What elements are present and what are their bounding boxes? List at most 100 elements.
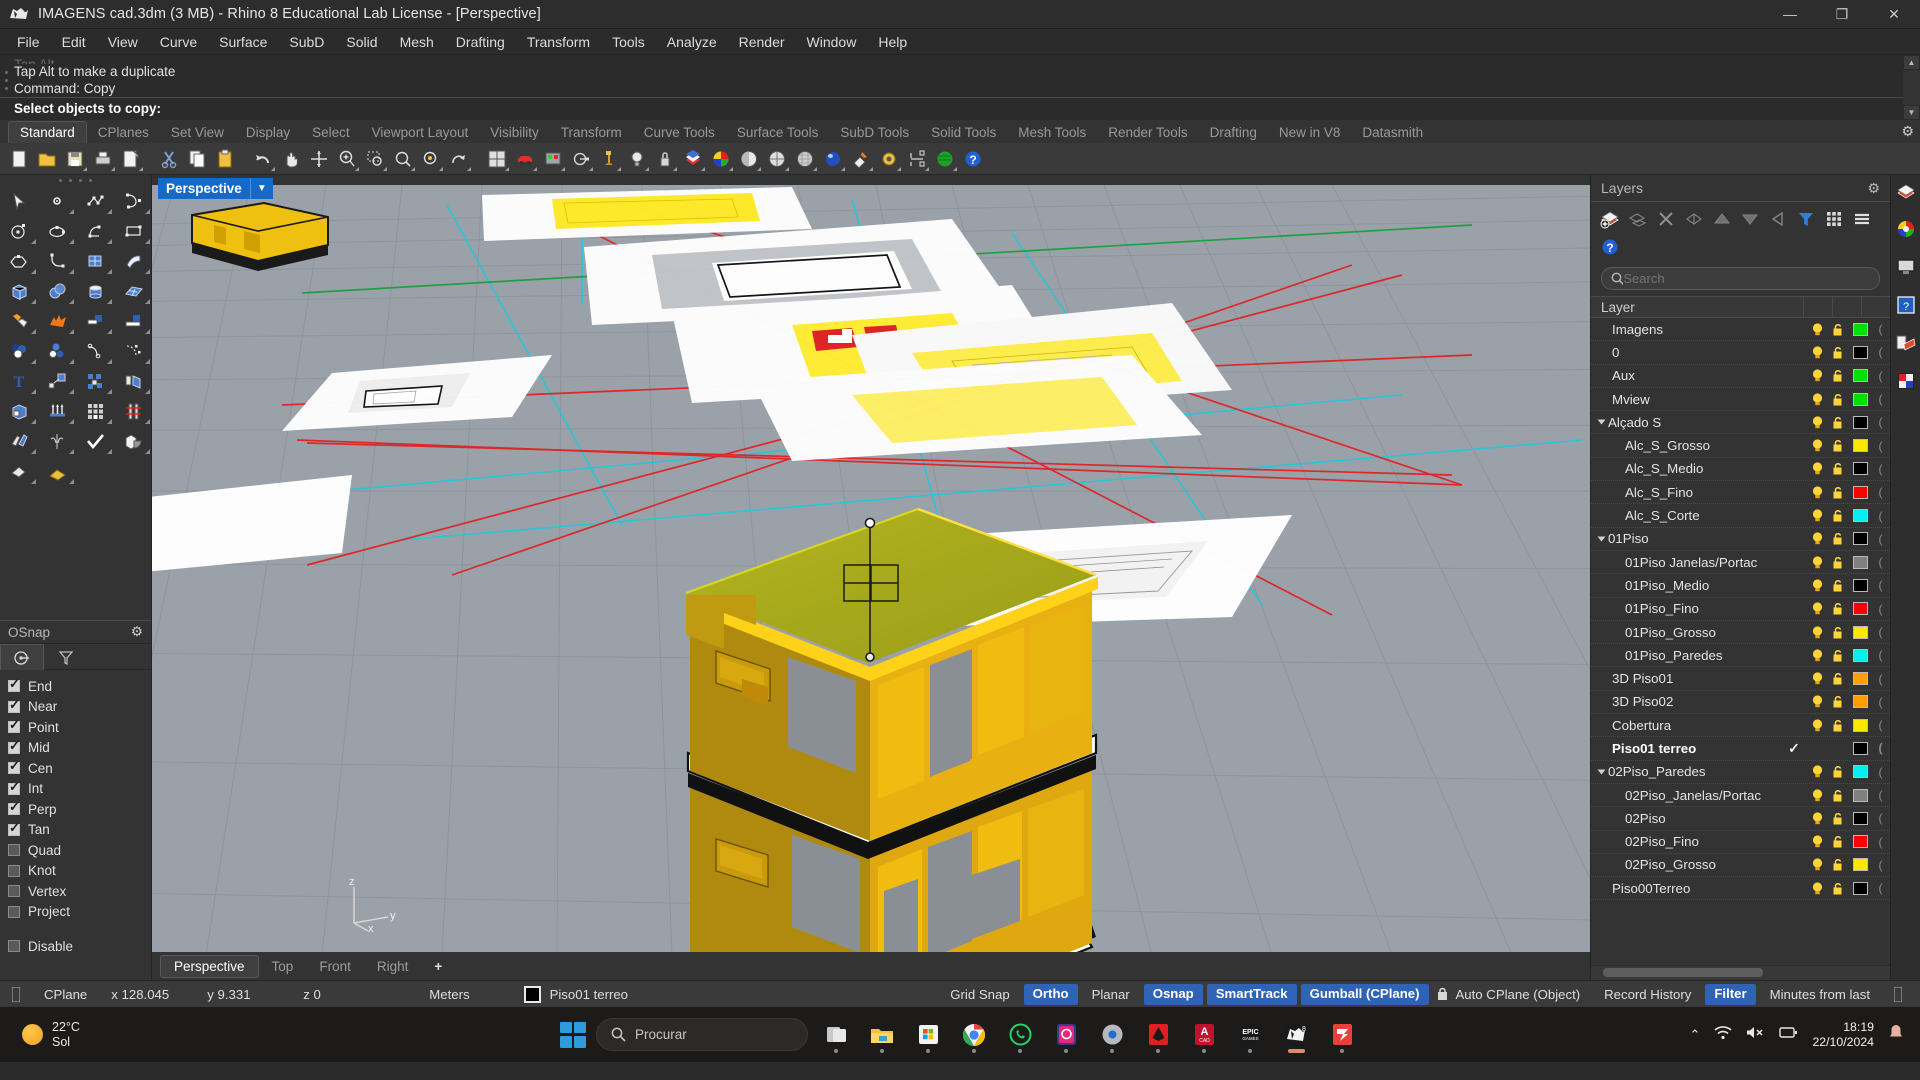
layer-visibility-bulb-icon[interactable]: [1807, 694, 1828, 709]
layer-expand-triangle-icon[interactable]: [1597, 419, 1606, 425]
toolbar-tab-drafting[interactable]: Drafting: [1199, 122, 1268, 143]
menu-drafting[interactable]: Drafting: [445, 31, 516, 53]
layer-material-icon[interactable]: (: [1871, 648, 1890, 662]
close-button[interactable]: ✕: [1868, 0, 1920, 29]
open-file-icon[interactable]: [34, 146, 60, 172]
sketchup-icon[interactable]: [1324, 1015, 1360, 1055]
status-minutes-from-last[interactable]: Minutes from last: [1758, 981, 1882, 1008]
taskbar-clock[interactable]: 18:19 22/10/2024: [1812, 1020, 1874, 1050]
move-up-icon[interactable]: [1709, 206, 1735, 232]
layer-color-swatch[interactable]: [1849, 322, 1871, 336]
box-icon[interactable]: [1, 276, 38, 306]
text-icon[interactable]: T: [1, 366, 38, 396]
layer-visibility-bulb-icon[interactable]: [1807, 392, 1828, 407]
layer-visibility-bulb-icon[interactable]: [1807, 531, 1828, 546]
layer-color-swatch[interactable]: [1849, 578, 1871, 592]
layer-color-swatch[interactable]: [1849, 392, 1871, 406]
zoom-selected-icon[interactable]: [390, 146, 416, 172]
filter-icon[interactable]: [1793, 206, 1819, 232]
layer-lock-icon[interactable]: [1828, 671, 1849, 686]
polyline-icon[interactable]: [77, 186, 114, 216]
zoom-in-icon[interactable]: [334, 146, 360, 172]
osnap-option-int[interactable]: Int: [8, 779, 151, 800]
layer-visibility-bulb-icon[interactable]: [1807, 648, 1828, 663]
layer-row[interactable]: Piso01 terreo ✓ (: [1591, 737, 1890, 761]
layer-row[interactable]: Piso00Terreo (: [1591, 877, 1890, 901]
inkscape-icon[interactable]: [1140, 1015, 1176, 1055]
layer-visibility-bulb-icon[interactable]: [1807, 857, 1828, 872]
delete-layer-icon[interactable]: [1653, 206, 1679, 232]
autocad-icon[interactable]: A CAD: [1186, 1015, 1222, 1055]
status-auto-cplane[interactable]: Auto CPlane (Object): [1454, 981, 1593, 1008]
menu-mesh[interactable]: Mesh: [389, 31, 445, 53]
layer-row[interactable]: Alc_S_Fino (: [1591, 481, 1890, 505]
viewport-canvas[interactable]: [152, 185, 1590, 952]
print-icon[interactable]: [90, 146, 116, 172]
layer-lock-icon[interactable]: [1828, 555, 1849, 570]
toolbar-tab-viewport-layout[interactable]: Viewport Layout: [361, 122, 480, 143]
layer-visibility-bulb-icon[interactable]: [1807, 508, 1828, 523]
left-toolbar-drag-handle[interactable]: [0, 175, 151, 186]
menu-solid[interactable]: Solid: [335, 31, 388, 53]
layer-color-swatch[interactable]: [1849, 555, 1871, 569]
perspective-viewport[interactable]: Perspective ▼ z y x Perspective Top Fron…: [152, 175, 1590, 980]
layer-material-icon[interactable]: (: [1871, 415, 1890, 429]
mirror-icon[interactable]: [115, 366, 152, 396]
layers-gear-icon[interactable]: ⚙: [1867, 180, 1880, 197]
layer-row[interactable]: 01Piso Janelas/Portac (: [1591, 551, 1890, 575]
layer-material-icon[interactable]: (: [1871, 718, 1890, 732]
surface-sweep-icon[interactable]: [115, 246, 152, 276]
osnap-option-mid[interactable]: Mid: [8, 738, 151, 759]
layer-visibility-bulb-icon[interactable]: [1807, 718, 1828, 733]
add-viewport-tab-button[interactable]: +: [421, 956, 455, 977]
layer-lock-icon[interactable]: [1828, 648, 1849, 663]
command-prompt[interactable]: Select objects to copy:: [0, 97, 1920, 120]
battery-icon[interactable]: [1779, 1025, 1798, 1045]
cylinder-icon[interactable]: [77, 276, 114, 306]
layer-material-icon[interactable]: (: [1871, 532, 1890, 546]
layer-lock-icon[interactable]: [1828, 625, 1849, 640]
command-area[interactable]: Tap Alt Tap Alt to make a duplicate Comm…: [0, 55, 1920, 120]
boolean-union-icon[interactable]: [1, 306, 38, 336]
boolean-intersect-icon[interactable]: [39, 336, 76, 366]
layer-row[interactable]: 3D Piso02 (: [1591, 691, 1890, 715]
viewport-title-badge[interactable]: Perspective ▼: [158, 178, 273, 199]
undo-icon[interactable]: [250, 146, 276, 172]
osnap-checkbox-perp[interactable]: [8, 799, 20, 816]
surface-plane-icon[interactable]: [115, 276, 152, 306]
toolbar-tab-curve-tools[interactable]: Curve Tools: [633, 122, 726, 143]
layer-color-swatch[interactable]: [1849, 648, 1871, 662]
four-view-icon[interactable]: [484, 146, 510, 172]
osnap-checkbox-int[interactable]: [8, 779, 20, 795]
status-toggle-osnap[interactable]: Osnap: [1143, 983, 1203, 1005]
viewport-tab-perspective[interactable]: Perspective: [160, 954, 259, 978]
settings-icon[interactable]: [1094, 1015, 1130, 1055]
layer-row[interactable]: Alc_S_Grosso (: [1591, 434, 1890, 458]
move-down-icon[interactable]: [1737, 206, 1763, 232]
status-toggle-planar[interactable]: Planar: [1080, 981, 1142, 1008]
photos-icon[interactable]: [1048, 1015, 1084, 1055]
toolbar-tab-standard[interactable]: Standard: [8, 121, 87, 143]
grid-view-icon[interactable]: [1821, 206, 1847, 232]
status-current-layer[interactable]: Piso01 terreo: [512, 981, 640, 1008]
layer-material-icon[interactable]: (: [1871, 672, 1890, 686]
layer-color-swatch[interactable]: [1849, 811, 1871, 825]
layer-material-icon[interactable]: (: [1871, 858, 1890, 872]
menu-help[interactable]: Help: [867, 31, 918, 53]
layer-expand-triangle-icon[interactable]: [1597, 769, 1606, 775]
offset-curve-icon[interactable]: [77, 336, 114, 366]
osnap-checkbox-end[interactable]: [8, 676, 20, 693]
ellipse-icon[interactable]: [39, 216, 76, 246]
layer-lock-icon[interactable]: [1828, 578, 1849, 593]
layer-row[interactable]: 01Piso_Paredes (: [1591, 644, 1890, 668]
extrude-multi-icon[interactable]: [39, 396, 76, 426]
circle-icon[interactable]: [1, 216, 38, 246]
layer-lock-icon[interactable]: [1828, 368, 1849, 383]
layer-color-swatch[interactable]: [1849, 532, 1871, 546]
menu-file[interactable]: File: [6, 31, 51, 53]
pan-hand-icon[interactable]: [278, 146, 304, 172]
layer-lock-icon[interactable]: [1828, 764, 1849, 779]
layer-color-swatch[interactable]: [1849, 369, 1871, 383]
osnap-option-tan[interactable]: Tan: [8, 820, 151, 841]
options-gear-icon[interactable]: [876, 146, 902, 172]
